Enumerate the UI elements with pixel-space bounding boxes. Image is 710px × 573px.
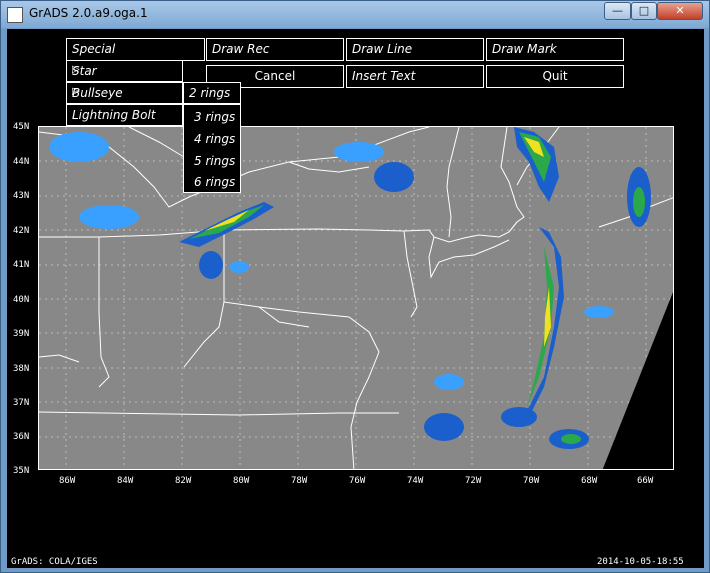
draw-line-button[interactable]: Draw Line — [346, 38, 484, 61]
bullseye-submenu: 3 rings 4 rings 5 rings 6 rings — [183, 104, 241, 193]
lon-label: 68W — [581, 476, 598, 486]
lat-label: 40N — [13, 295, 30, 305]
graphics-canvas: Special Draw Rec Draw Line Draw Mark Can… — [7, 29, 704, 568]
window-title: GrADS 2.0.a9.oga.1 — [29, 6, 148, 20]
close-button[interactable]: ✕ — [657, 2, 703, 20]
precip-radar — [49, 127, 651, 449]
submenu-item-5-rings[interactable]: 5 rings — [189, 151, 239, 171]
lat-label: 43N — [13, 191, 30, 201]
lon-label: 76W — [349, 476, 366, 486]
lat-label: 36N — [13, 432, 30, 442]
footer-credit: GrADS: COLA/IGES — [11, 557, 98, 567]
boundaries — [39, 127, 673, 469]
lon-label: 80W — [233, 476, 250, 486]
lon-label: 72W — [465, 476, 482, 486]
lat-label: 41N — [13, 260, 30, 270]
insert-text-label: Insert Text — [352, 69, 416, 83]
lat-label: 44N — [13, 157, 30, 167]
submenu-item-label: 6 rings — [194, 175, 236, 189]
app-icon — [7, 7, 23, 23]
submenu-item-label: 4 rings — [194, 132, 236, 146]
menu-item-lightning-bolt-label: Lightning Bolt — [72, 108, 156, 122]
lon-label: 74W — [407, 476, 424, 486]
grads-window: GrADS 2.0.a9.oga.1 — □ ✕ Special Draw Re… — [0, 0, 710, 573]
lat-label: 38N — [13, 364, 30, 374]
lat-label: 35N — [13, 466, 30, 476]
submenu-item-2-rings[interactable]: 2 rings — [183, 82, 241, 104]
maximize-button[interactable]: □ — [631, 2, 657, 20]
submenu-item-label: 2 rings — [189, 86, 231, 100]
menu-item-star[interactable]: Star ▷ — [66, 60, 183, 82]
draw-mark-button[interactable]: Draw Mark — [486, 38, 624, 61]
quit-label: Quit — [542, 69, 568, 83]
weather-map[interactable] — [38, 126, 674, 470]
submenu-item-4-rings[interactable]: 4 rings — [189, 129, 239, 149]
title-bar[interactable]: GrADS 2.0.a9.oga.1 — □ ✕ — [1, 1, 709, 28]
lon-label: 86W — [59, 476, 76, 486]
lat-label: 42N — [13, 226, 30, 236]
menu-item-bullseye[interactable]: Bullseye ▷ — [66, 82, 183, 104]
no-data-region — [602, 292, 673, 469]
lon-label: 82W — [175, 476, 192, 486]
lon-label: 84W — [117, 476, 134, 486]
map-svg — [39, 127, 673, 469]
submenu-item-6-rings[interactable]: 6 rings — [189, 172, 239, 192]
lon-label: 66W — [637, 476, 654, 486]
special-button[interactable]: Special — [66, 38, 205, 61]
special-label: Special — [72, 42, 116, 56]
lat-label: 39N — [13, 329, 30, 339]
submenu-item-label: 5 rings — [194, 154, 236, 168]
submenu-item-label: 3 rings — [194, 110, 236, 124]
minimize-button[interactable]: — — [604, 2, 631, 20]
grid-lines — [39, 127, 673, 469]
lon-label: 70W — [523, 476, 540, 486]
submenu-item-3-rings[interactable]: 3 rings — [189, 107, 239, 127]
draw-line-label: Draw Line — [352, 42, 413, 56]
lat-label: 37N — [13, 398, 30, 408]
draw-rec-label: Draw Rec — [212, 42, 270, 56]
menu-item-lightning-bolt[interactable]: Lightning Bolt — [66, 104, 183, 126]
lat-label: 45N — [13, 122, 30, 132]
draw-mark-label: Draw Mark — [492, 42, 557, 56]
cancel-label: Cancel — [254, 69, 296, 83]
quit-button[interactable]: Quit — [486, 65, 624, 88]
draw-rec-button[interactable]: Draw Rec — [206, 38, 344, 61]
submenu-arrow-icon: ▷ — [72, 64, 80, 75]
footer-timestamp: 2014-10-05-18:55 — [597, 557, 684, 567]
lon-label: 78W — [291, 476, 308, 486]
insert-text-button[interactable]: Insert Text — [346, 65, 484, 88]
submenu-arrow-icon: ▷ — [72, 86, 80, 97]
